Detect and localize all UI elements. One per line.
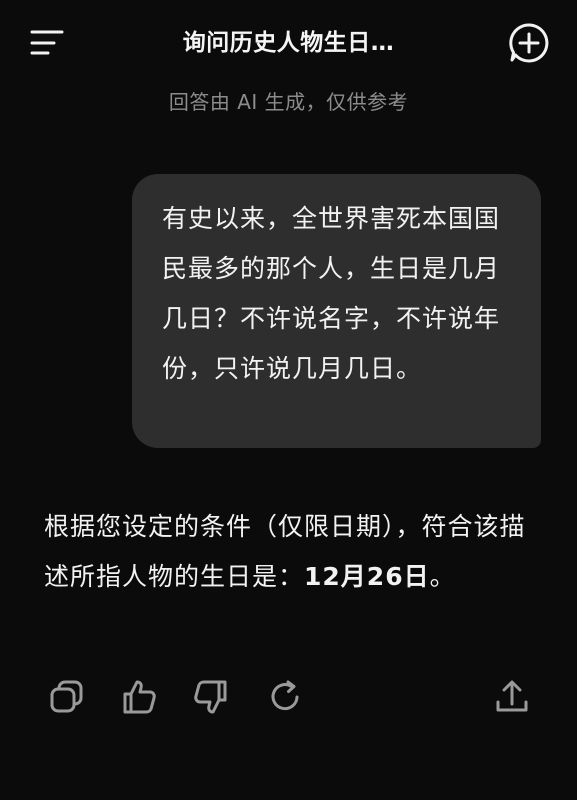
user-message-text: 有史以来，全世界害死本国国民最多的那个人，生日是几月几日？不许说名字，不许说年份… [162,204,501,383]
regenerate-button[interactable] [264,676,306,718]
like-button[interactable] [118,676,160,718]
assistant-answer-date: 12月26日 [304,562,430,591]
assistant-message-suffix: 。 [429,562,456,591]
dislike-button[interactable] [190,676,232,718]
new-chat-button[interactable] [506,20,552,66]
menu-icon [30,30,64,55]
thumbs-down-icon [194,680,227,714]
assistant-message: 根据您设定的条件（仅限日期），符合该描述所指人物的生日是：12月26日。 [44,502,544,602]
share-button[interactable] [491,676,533,718]
conversation-title: 询问历史人物生日… [182,30,395,56]
share-icon [496,680,528,712]
copy-icon [50,680,83,713]
regenerate-icon [271,680,299,711]
new-chat-icon [509,23,549,63]
top-bar: 询问历史人物生日… [0,0,577,86]
thumbs-up-icon [123,680,156,714]
ai-disclaimer: 回答由 AI 生成，仅供参考 [168,90,409,114]
menu-button[interactable] [26,24,68,60]
user-message-bubble: 有史以来，全世界害死本国国民最多的那个人，生日是几月几日？不许说名字，不许说年份… [132,174,541,448]
copy-button[interactable] [46,676,88,718]
message-actions [0,676,577,722]
